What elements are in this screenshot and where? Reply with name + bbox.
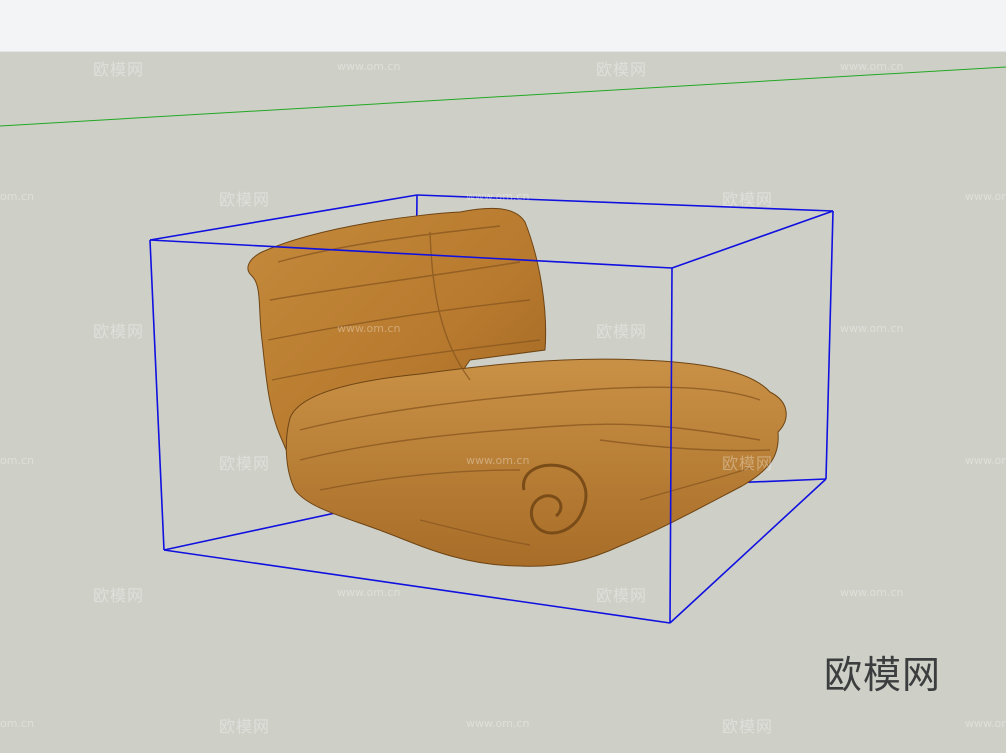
armchair-model[interactable] xyxy=(247,207,787,567)
green-axis-line xyxy=(0,66,1006,127)
sketchup-window: 欧模网 www.om.cn 欧模网 www.om.cn om.cn 欧模网 ww… xyxy=(0,0,1006,753)
scene-canvas xyxy=(0,66,1006,624)
brand-logo: 欧模网 xyxy=(824,653,942,697)
